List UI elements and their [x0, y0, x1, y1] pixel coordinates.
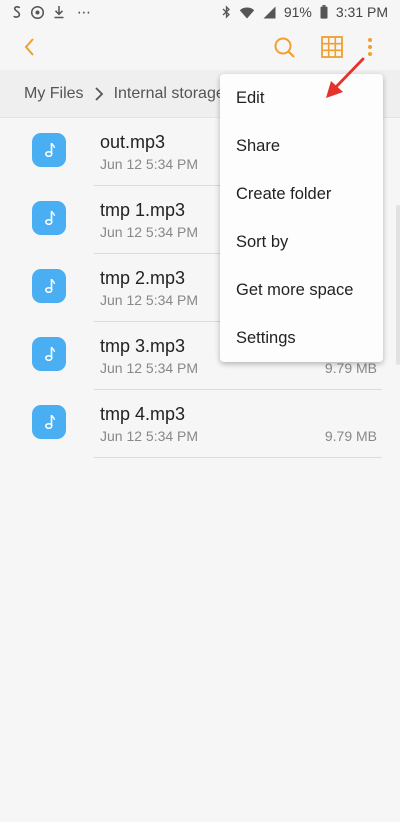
menu-item-settings[interactable]: Settings [220, 314, 383, 362]
battery-percent: 91% [283, 4, 312, 20]
file-name: tmp 1.mp3 [100, 200, 186, 220]
back-arrow-icon [24, 38, 34, 56]
music-file-icon [32, 133, 66, 167]
file-size: 9.79 MB [324, 428, 377, 444]
menu-item-share[interactable]: Share [220, 122, 383, 170]
wifi-icon [239, 6, 255, 19]
file-date: Jun 12 5:34 PM [100, 292, 199, 308]
music-file-icon [32, 337, 66, 371]
overflow-menu: Edit Share Create folder Sort by Get mor… [220, 74, 383, 362]
menu-item-get-more-space[interactable]: Get more space [220, 266, 383, 314]
file-size: 9.79 MB [324, 360, 377, 376]
row-divider [94, 457, 382, 458]
breadcrumb-root[interactable]: My Files [24, 85, 84, 103]
music-file-icon [32, 269, 66, 303]
search-icon [274, 37, 295, 58]
back-button[interactable] [18, 34, 44, 60]
file-name: out.mp3 [100, 132, 166, 152]
file-date: Jun 12 5:34 PM [100, 224, 199, 240]
file-name: tmp 3.mp3 [100, 336, 186, 356]
status-bar-right: 91% 3:31 PM [222, 4, 388, 20]
file-date: Jun 12 5:34 PM [100, 428, 199, 444]
file-date: Jun 12 5:34 PM [100, 360, 199, 376]
download-icon [53, 5, 65, 19]
search-button[interactable] [271, 34, 299, 62]
menu-item-sort-by[interactable]: Sort by [220, 218, 383, 266]
chevron-right-icon [94, 86, 104, 102]
sync-icon [30, 5, 45, 20]
breadcrumb-current[interactable]: Internal storage [114, 85, 225, 103]
annotation-arrow-icon [326, 57, 365, 98]
clock: 3:31 PM [335, 4, 388, 20]
bluetooth-icon [222, 5, 231, 19]
app-notification-icon [12, 5, 22, 19]
menu-item-create-folder[interactable]: Create folder [220, 170, 383, 218]
scroll-handle[interactable] [396, 205, 400, 365]
music-file-icon [32, 201, 66, 235]
battery-icon [320, 5, 328, 19]
file-name: tmp 2.mp3 [100, 268, 186, 288]
file-date: Jun 12 5:34 PM [100, 156, 199, 172]
status-bar: ⋯ 91% 3:31 PM [0, 0, 400, 24]
signal-icon [263, 6, 276, 19]
music-file-icon [32, 405, 66, 439]
status-bar-left: ⋯ [12, 4, 91, 21]
file-name: tmp 4.mp3 [100, 404, 186, 424]
more-notifications-icon: ⋯ [77, 3, 91, 20]
file-row[interactable]: tmp 4.mp3 Jun 12 5:34 PM 9.79 MB [0, 390, 400, 458]
